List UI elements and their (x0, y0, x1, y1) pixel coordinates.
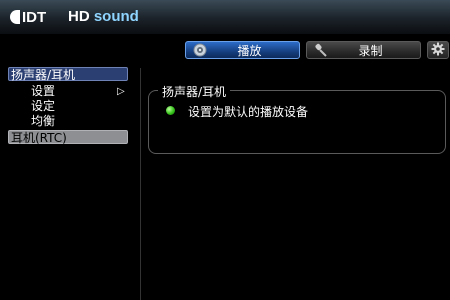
settings-button[interactable] (427, 41, 449, 59)
sidebar-item-settings[interactable]: 设置 (31, 84, 55, 98)
default-status-indicator[interactable] (166, 106, 175, 115)
app-title-hd: HD (68, 8, 90, 25)
tab-recording[interactable]: 录制 (306, 41, 421, 59)
app-title: HD sound (68, 8, 139, 25)
idt-logo-mark (10, 10, 20, 24)
panel-divider (140, 68, 141, 300)
set-default-label[interactable]: 设置为默认的播放设备 (188, 103, 308, 120)
tab-recording-label: 录制 (358, 43, 383, 58)
idt-logo: IDT (10, 8, 46, 26)
sidebar-device-speaker-headphone[interactable]: 扬声器/耳机 (8, 67, 128, 82)
microphone-icon (311, 42, 331, 58)
tab-playback[interactable]: 播放 (185, 41, 300, 59)
gear-icon (431, 42, 445, 59)
sidebar-item-equalizer[interactable]: 均衡 (31, 114, 55, 128)
tab-playback-label: 播放 (237, 43, 262, 58)
speaker-icon (190, 42, 210, 58)
logo-text: IDT (22, 8, 47, 26)
device-sidebar (0, 64, 134, 300)
sidebar-item-configure[interactable]: 设定 (31, 99, 55, 113)
title-bar: IDT HD sound (0, 0, 450, 35)
group-title: 扬声器/耳机 (158, 83, 231, 100)
app-title-sound: sound (93, 8, 139, 25)
sidebar-device-headphone-rtc[interactable]: 耳机(RTC) (8, 130, 128, 145)
selected-arrow-icon: ▷ (117, 86, 125, 97)
toolbar: 播放 录制 (0, 34, 450, 64)
